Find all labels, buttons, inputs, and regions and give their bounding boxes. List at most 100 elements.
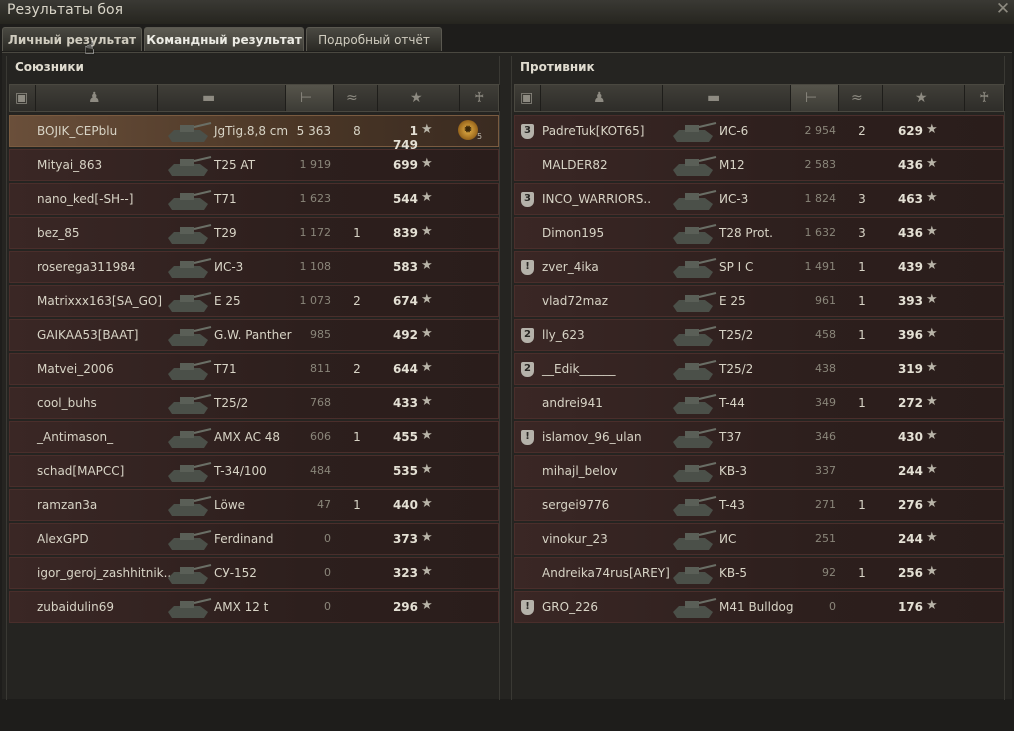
tank-icon [673, 428, 717, 448]
damage-value: 1 172 [299, 226, 332, 239]
tank-name: Löwe [214, 498, 246, 512]
medal-icon[interactable]: ✹ [458, 120, 478, 140]
column-header-experience[interactable]: ★ [378, 85, 460, 111]
player-row[interactable]: sergei9776 T-43 271 1 276 ★ [514, 489, 1004, 521]
damage-value: 1 824 [804, 192, 837, 205]
column-header-damage[interactable]: ⊢ [791, 85, 839, 111]
player-row[interactable]: 3 PadreTuk[KOT65] ИС-6 2 954 2 629 ★ [514, 115, 1004, 147]
tank-name: T71 [214, 192, 237, 206]
experience-value: 430 [897, 430, 923, 444]
player-row[interactable]: _Antimason_ AMX AC 48 606 1 455 ★ [9, 421, 499, 453]
column-header-damage[interactable]: ⊢ [286, 85, 334, 111]
player-row[interactable]: 3 INCO_WARRIORS.. ИС-3 1 824 3 463 ★ [514, 183, 1004, 215]
player-row[interactable]: schad[MAPCC] T-34/100 484 535 ★ [9, 455, 499, 487]
kills-value: 1 [353, 498, 361, 512]
tank-name: T-43 [719, 498, 745, 512]
player-name: vlad72maz [542, 294, 609, 308]
tank-name: JgTig.8,8 cm [214, 124, 289, 138]
player-row[interactable]: ! GRO_226 M41 Bulldog 0 176 ★ [514, 591, 1004, 623]
column-header-squad[interactable]: ▣ [10, 85, 36, 111]
damage-value: 484 [310, 464, 331, 477]
experience-value: 583 [392, 260, 418, 274]
tab-personal-result[interactable]: Личный результат [2, 27, 142, 51]
kills-value: 2 [858, 124, 866, 138]
experience-star-icon: ★ [926, 122, 938, 137]
column-header-tank[interactable]: ▬ [158, 85, 286, 111]
player-row[interactable]: roserega311984 ИС-3 1 108 583 ★ [9, 251, 499, 283]
column-header-medal[interactable]: ♰ [460, 85, 500, 111]
player-name: _Antimason_ [37, 430, 114, 444]
tank-icon: ▬ [707, 90, 721, 106]
close-icon[interactable]: ✕ [994, 0, 1012, 19]
player-row[interactable]: BOJIK_CEPblu JgTig.8,8 cm 5 363 8 1 749 ★ ✹ 5 [9, 115, 499, 152]
experience-star-icon: ★ [926, 292, 938, 307]
player-row[interactable]: GAIKAA53[BAAT] G.W. Panther 985 492 ★ [9, 319, 499, 351]
experience-star-icon: ★ [926, 394, 938, 409]
tank-icon [673, 156, 717, 176]
experience-value: 629 [897, 124, 923, 138]
experience-value: 839 [392, 226, 418, 240]
column-header-kills[interactable]: ≈ [839, 85, 883, 111]
player-row[interactable]: zubaidulin69 AMX 12 t 0 296 ★ [9, 591, 499, 623]
player-icon: ♟ [88, 90, 101, 106]
platoon-badge-icon: 2 [521, 362, 534, 377]
tank-name: T25/2 [719, 328, 754, 342]
player-row[interactable]: ! islamov_96_ulan T37 346 430 ★ [514, 421, 1004, 453]
damage-value: 811 [310, 362, 331, 375]
player-row[interactable]: mihajl_belov KB-3 337 244 ★ [514, 455, 1004, 487]
player-row[interactable]: andrei941 T-44 349 1 272 ★ [514, 387, 1004, 419]
player-row[interactable]: cool_buhs T25/2 768 433 ★ [9, 387, 499, 419]
experience-value: 436 [897, 226, 923, 240]
medal-icon: ♰ [474, 90, 485, 106]
tank-icon [168, 462, 212, 482]
tank-name: AMX AC 48 [214, 430, 281, 444]
experience-star-icon: ★ [926, 156, 938, 171]
player-row[interactable]: vlad72maz E 25 961 1 393 ★ [514, 285, 1004, 317]
experience-star-icon: ★ [926, 326, 938, 341]
player-row[interactable]: bez_85 T29 1 172 1 839 ★ [9, 217, 499, 249]
experience-icon: ★ [410, 90, 423, 106]
column-header-squad[interactable]: ▣ [515, 85, 541, 111]
tank-name: M12 [719, 158, 745, 172]
damage-value: 961 [815, 294, 836, 307]
experience-star-icon: ★ [926, 190, 938, 205]
tank-icon [673, 496, 717, 516]
experience-value: 699 [392, 158, 418, 172]
column-header-player[interactable]: ♟ [36, 85, 158, 111]
kills-value: 1 [858, 396, 866, 410]
player-row[interactable]: 2 __Edik______ T25/2 438 319 ★ [514, 353, 1004, 385]
column-header-kills[interactable]: ≈ [334, 85, 378, 111]
player-row[interactable]: vinokur_23 ИС 251 244 ★ [514, 523, 1004, 555]
player-row[interactable]: 2 lly_623 T25/2 458 1 396 ★ [514, 319, 1004, 351]
player-row[interactable]: AlexGPD Ferdinand 0 373 ★ [9, 523, 499, 555]
tank-name: ИС-3 [214, 260, 244, 274]
player-name: schad[MAPCC] [37, 464, 125, 478]
experience-value: 393 [897, 294, 923, 308]
column-header-experience[interactable]: ★ [883, 85, 965, 111]
player-name: sergei9776 [542, 498, 610, 512]
player-row[interactable]: Dimon195 T28 Prot. 1 632 3 436 ★ [514, 217, 1004, 249]
damage-value: 251 [815, 532, 836, 545]
column-header-tank[interactable]: ▬ [663, 85, 791, 111]
player-icon: ♟ [593, 90, 606, 106]
column-header-player[interactable]: ♟ [541, 85, 663, 111]
player-row[interactable]: ! zver_4ika SP I C 1 491 1 439 ★ [514, 251, 1004, 283]
player-name: Andreika74rus[AREY] [542, 566, 670, 580]
player-row[interactable]: ramzan3a Löwe 47 1 440 ★ [9, 489, 499, 521]
tab-detailed-report[interactable]: Подробный отчёт [306, 27, 442, 51]
player-row[interactable]: Andreika74rus[AREY] KB-5 92 1 256 ★ [514, 557, 1004, 589]
column-header-medal[interactable]: ♰ [965, 85, 1005, 111]
player-row[interactable]: nano_ked[-SH--] T71 1 623 544 ★ [9, 183, 499, 215]
damage-value: 1 491 [804, 260, 837, 273]
player-row[interactable]: Matvei_2006 T71 811 2 644 ★ [9, 353, 499, 385]
player-row[interactable]: MALDER82 M12 2 583 436 ★ [514, 149, 1004, 181]
tank-icon [168, 496, 212, 516]
player-row[interactable]: Matrixxx163[SA_GO] E 25 1 073 2 674 ★ [9, 285, 499, 317]
experience-star-icon: ★ [926, 360, 938, 375]
player-row[interactable]: igor_geroj_zashhitnik.. СУ-152 0 323 ★ [9, 557, 499, 589]
experience-value: 455 [392, 430, 418, 444]
experience-star-icon: ★ [421, 122, 433, 137]
tank-icon [168, 292, 212, 312]
tab-team-result[interactable]: Командный результат [144, 27, 304, 51]
player-row[interactable]: Mityai_863 T25 AT 1 919 699 ★ [9, 149, 499, 181]
